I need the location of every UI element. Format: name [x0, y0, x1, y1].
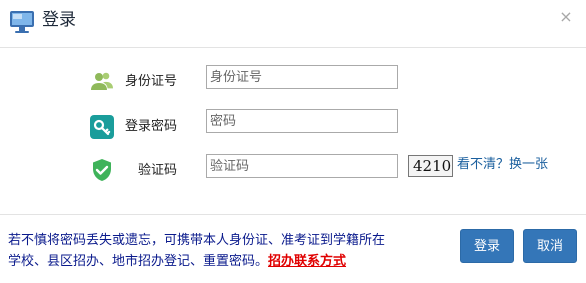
dialog-titlebar: 登录 × [0, 0, 586, 46]
captcha-label: 验证码 [137, 163, 177, 178]
login-button[interactable]: 登录 [460, 229, 514, 263]
captcha-image[interactable]: 4210 [408, 155, 453, 177]
password-row: 登录密码 [0, 109, 586, 143]
refresh-captcha-link[interactable]: 看不清？换一张 [457, 156, 548, 174]
password-notice: 若不慎将密码丢失或遗忘，可携带本人身份证、准考证到学籍所在 学校、县区招办、地市… [8, 230, 438, 272]
monitor-icon [10, 11, 34, 33]
dialog-title: 登录 [42, 10, 76, 30]
notice-line-2: 学校、县区招办、地市招办登记、重置密码。 [8, 254, 269, 269]
footer-divider [0, 214, 586, 215]
notice-line-1: 若不慎将密码丢失或遗忘，可携带本人身份证、准考证到学籍所在 [8, 233, 386, 248]
id-number-input[interactable] [206, 65, 398, 89]
captcha-input[interactable] [206, 154, 398, 178]
contact-link[interactable]: 招办联系方式 [268, 254, 346, 269]
id-number-label: 身份证号 [124, 74, 177, 89]
captcha-image-text: 4210 [413, 157, 452, 175]
id-number-row: 身份证号 [0, 65, 586, 96]
password-input[interactable] [206, 109, 398, 133]
close-icon[interactable]: × [558, 8, 574, 26]
header-divider [0, 47, 586, 48]
cancel-button[interactable]: 取消 [523, 229, 577, 263]
password-label: 登录密码 [124, 119, 177, 134]
